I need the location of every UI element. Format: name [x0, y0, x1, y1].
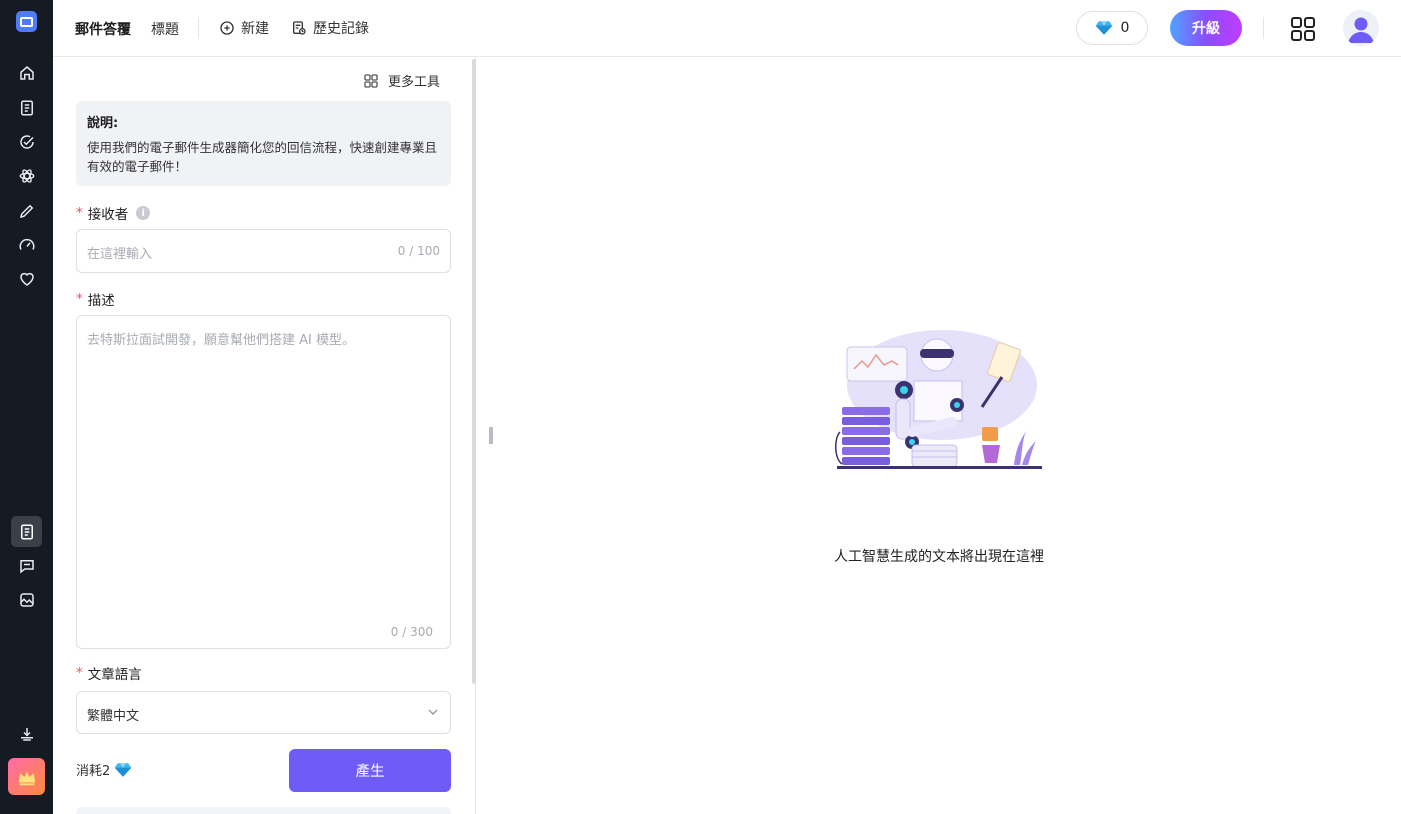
generate-button[interactable]: 產生 — [289, 749, 451, 792]
more-tools-label: 更多工具 — [388, 75, 441, 90]
history-button[interactable]: 歷史記錄 — [291, 17, 369, 39]
chat-icon[interactable] — [14, 553, 40, 579]
history-button-label: 歷史記錄 — [313, 21, 369, 37]
top-bar: 郵件答覆 標題 新建 歷史記錄 0 升級 — [53, 0, 1401, 57]
description-box: 說明: 使用我們的電子郵件生成器簡化您的回信流程，快速創建專業且有效的電子郵件！ — [76, 101, 451, 186]
plus-circle-icon — [220, 21, 234, 35]
avatar[interactable] — [1343, 10, 1379, 46]
language-selected: 繁體中文 — [87, 709, 140, 724]
diamond-icon — [1095, 21, 1112, 35]
panel-bottom-card — [76, 807, 451, 814]
atom-icon[interactable] — [14, 163, 40, 189]
cost-indicator: 消耗2 — [76, 760, 132, 779]
divider — [1263, 17, 1264, 39]
language-select[interactable]: 繁體中文 — [76, 691, 451, 734]
notes-icon[interactable] — [11, 516, 42, 547]
page-title: 郵件答覆 — [75, 22, 131, 38]
gem-count: 0 — [1120, 20, 1130, 36]
description-placeholder: 去特斯拉面試開發，願意幫他們搭建 AI 模型。 — [87, 333, 355, 348]
breadcrumb-subtitle[interactable]: 標題 — [151, 19, 179, 39]
home-icon[interactable] — [14, 60, 40, 86]
description-title: 說明: — [87, 116, 119, 131]
left-rail — [0, 0, 53, 814]
recipient-label-text: 接收者 — [87, 207, 129, 223]
more-tools-button[interactable]: 更多工具 — [364, 71, 440, 90]
new-button[interactable]: 新建 — [219, 17, 269, 39]
robot-illustration — [835, 330, 1042, 469]
gem-balance[interactable]: 0 — [1076, 11, 1148, 45]
recipient-counter: 0 / 100 — [397, 244, 440, 258]
description-counter: 0 / 300 — [390, 625, 433, 639]
new-button-label: 新建 — [241, 21, 269, 37]
diamond-icon — [115, 762, 132, 777]
form-panel: 更多工具 說明: 使用我們的電子郵件生成器簡化您的回信流程，快速創建專業且有效的… — [53, 57, 476, 814]
recipient-input[interactable]: 在這裡輸入 0 / 100 — [76, 229, 451, 273]
description-label-text: 描述 — [87, 293, 115, 309]
required-mark: * — [76, 665, 83, 681]
crown-icon[interactable] — [8, 758, 45, 795]
recipient-label: * 接收者 i — [76, 203, 151, 223]
upgrade-button[interactable]: 升級 — [1170, 10, 1242, 46]
cost-label: 消耗2 — [76, 764, 111, 779]
info-icon[interactable]: i — [136, 206, 151, 220]
output-placeholder: 人工智慧生成的文本將出現在這裡 — [834, 549, 1044, 565]
grid-icon — [364, 73, 378, 88]
download-icon[interactable] — [14, 721, 40, 747]
history-icon — [293, 21, 306, 35]
required-mark: * — [76, 205, 83, 221]
apps-grid-icon[interactable] — [1290, 16, 1316, 42]
divider — [198, 17, 199, 39]
description-label: * 描述 — [76, 289, 115, 309]
description-textarea[interactable]: 去特斯拉面試開發，願意幫他們搭建 AI 模型。 0 / 300 — [76, 315, 451, 649]
image-icon[interactable] — [14, 587, 40, 613]
document-icon[interactable] — [14, 95, 40, 121]
app-logo[interactable] — [16, 11, 37, 32]
language-label-text: 文章語言 — [87, 667, 142, 683]
chevron-down-icon — [428, 709, 438, 715]
language-label: * 文章語言 — [76, 663, 142, 683]
scrollbar[interactable] — [472, 59, 476, 684]
heart-icon[interactable] — [14, 266, 40, 292]
output-area: 人工智慧生成的文本將出現在這裡 — [477, 57, 1401, 814]
required-mark: * — [76, 291, 83, 307]
gauge-icon[interactable] — [14, 232, 40, 258]
pencil-icon[interactable] — [14, 198, 40, 224]
check-circle-icon[interactable] — [14, 129, 40, 155]
recipient-placeholder: 在這裡輸入 — [87, 247, 153, 262]
description-text: 使用我們的電子郵件生成器簡化您的回信流程，快速創建專業且有效的電子郵件！ — [87, 140, 438, 174]
